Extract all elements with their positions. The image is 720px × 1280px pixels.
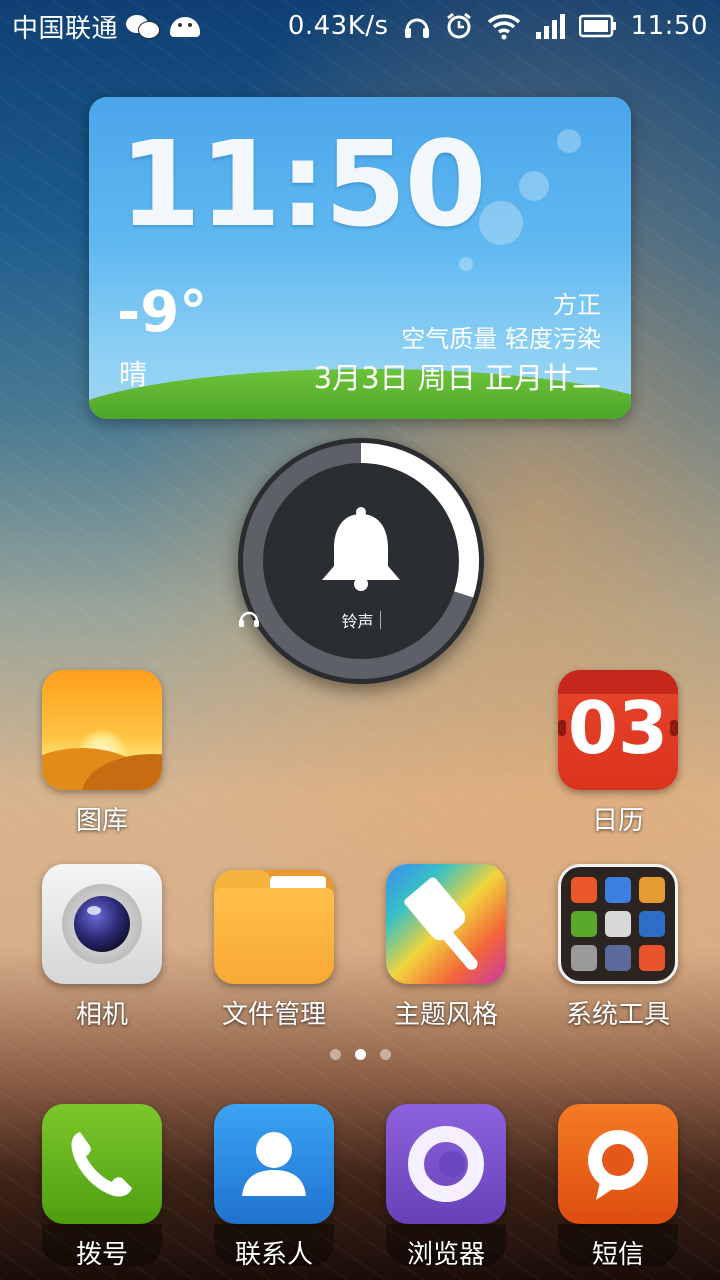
tools-folder-icon[interactable] (558, 864, 678, 984)
dock-app-sms[interactable]: 短信 (543, 1104, 693, 1271)
wifi-icon (487, 14, 520, 40)
app-file-manager[interactable]: 文件管理 (199, 864, 349, 1031)
contacts-icon[interactable] (214, 1104, 334, 1224)
gallery-icon[interactable] (42, 670, 162, 790)
phone-icon[interactable] (42, 1104, 162, 1224)
signal-icon (535, 14, 565, 39)
page-dot[interactable] (379, 1049, 391, 1060)
carrier-name: 中国联通 (12, 13, 119, 44)
weather-location: 方正 (553, 291, 601, 319)
dock-app-contacts[interactable]: 联系人 (199, 1104, 349, 1271)
label-divider (379, 611, 381, 629)
weather-condition: 晴 (119, 358, 148, 391)
app-label-gallery: 图库 (75, 806, 128, 836)
network-speed: 0.43K/s (287, 11, 389, 41)
dock-app-browser[interactable]: 浏览器 (371, 1104, 521, 1271)
ringer-volume-dial[interactable]: 铃声 (238, 438, 484, 684)
app-gallery[interactable]: 图库 (27, 670, 177, 837)
lens-flare (479, 201, 523, 245)
dock-label-contacts: 联系人 (234, 1240, 313, 1270)
app-label-camera: 相机 (75, 1000, 128, 1030)
temperature: -9° (117, 280, 208, 345)
clock-weather-widget[interactable]: 11:50 -9° 晴 方正 空气质量 轻度污染 3月3日 周日 正月廿二 (89, 97, 631, 419)
battery-icon (578, 14, 616, 38)
wechat-icon (126, 13, 161, 39)
alarm-icon (446, 12, 471, 39)
app-label-file-manager: 文件管理 (221, 1000, 326, 1030)
page-dot-active[interactable] (354, 1049, 366, 1060)
browser-icon[interactable] (386, 1104, 506, 1224)
app-camera[interactable]: 相机 (27, 864, 177, 1031)
widget-clock[interactable]: 11:50 (119, 125, 487, 243)
dock-app-phone[interactable]: 拨号 (27, 1104, 177, 1271)
air-quality: 空气质量 轻度污染 (401, 325, 601, 353)
status-time: 11:50 (630, 11, 708, 41)
app-calendar[interactable]: 03 日历 (543, 670, 693, 837)
sms-icon[interactable] (558, 1104, 678, 1224)
camera-icon[interactable] (42, 864, 162, 984)
folder-icon[interactable] (214, 864, 334, 984)
page-dot[interactable] (329, 1049, 341, 1060)
bell-icon (322, 507, 400, 591)
app-label-calendar: 日历 (591, 806, 644, 836)
lens-flare (519, 171, 549, 201)
headphone-icon (239, 611, 259, 627)
widget-date: 3月3日 周日 正月廿二 (313, 361, 601, 395)
lens-flare (557, 129, 581, 153)
app-themes[interactable]: 主题风格 (371, 864, 521, 1031)
calendar-icon[interactable]: 03 (558, 670, 678, 790)
lens-flare (459, 257, 473, 271)
headphone-icon (404, 18, 429, 38)
status-bar: 中国联通 0.43K/s 11:50 (0, 0, 720, 52)
page-indicator (0, 1049, 720, 1060)
calendar-day: 03 (567, 686, 669, 770)
dock-label-browser: 浏览器 (406, 1240, 485, 1270)
app-label-themes: 主题风格 (393, 1000, 498, 1030)
ringer-label: 铃声 (341, 612, 374, 631)
dock-label-sms: 短信 (591, 1240, 644, 1270)
app-system-tools-folder[interactable]: 系统工具 (543, 864, 693, 1031)
app-label-system-tools: 系统工具 (565, 1000, 670, 1030)
paintbrush-icon[interactable] (386, 864, 506, 984)
dock-label-phone: 拨号 (75, 1240, 128, 1270)
android-icon (168, 13, 202, 39)
